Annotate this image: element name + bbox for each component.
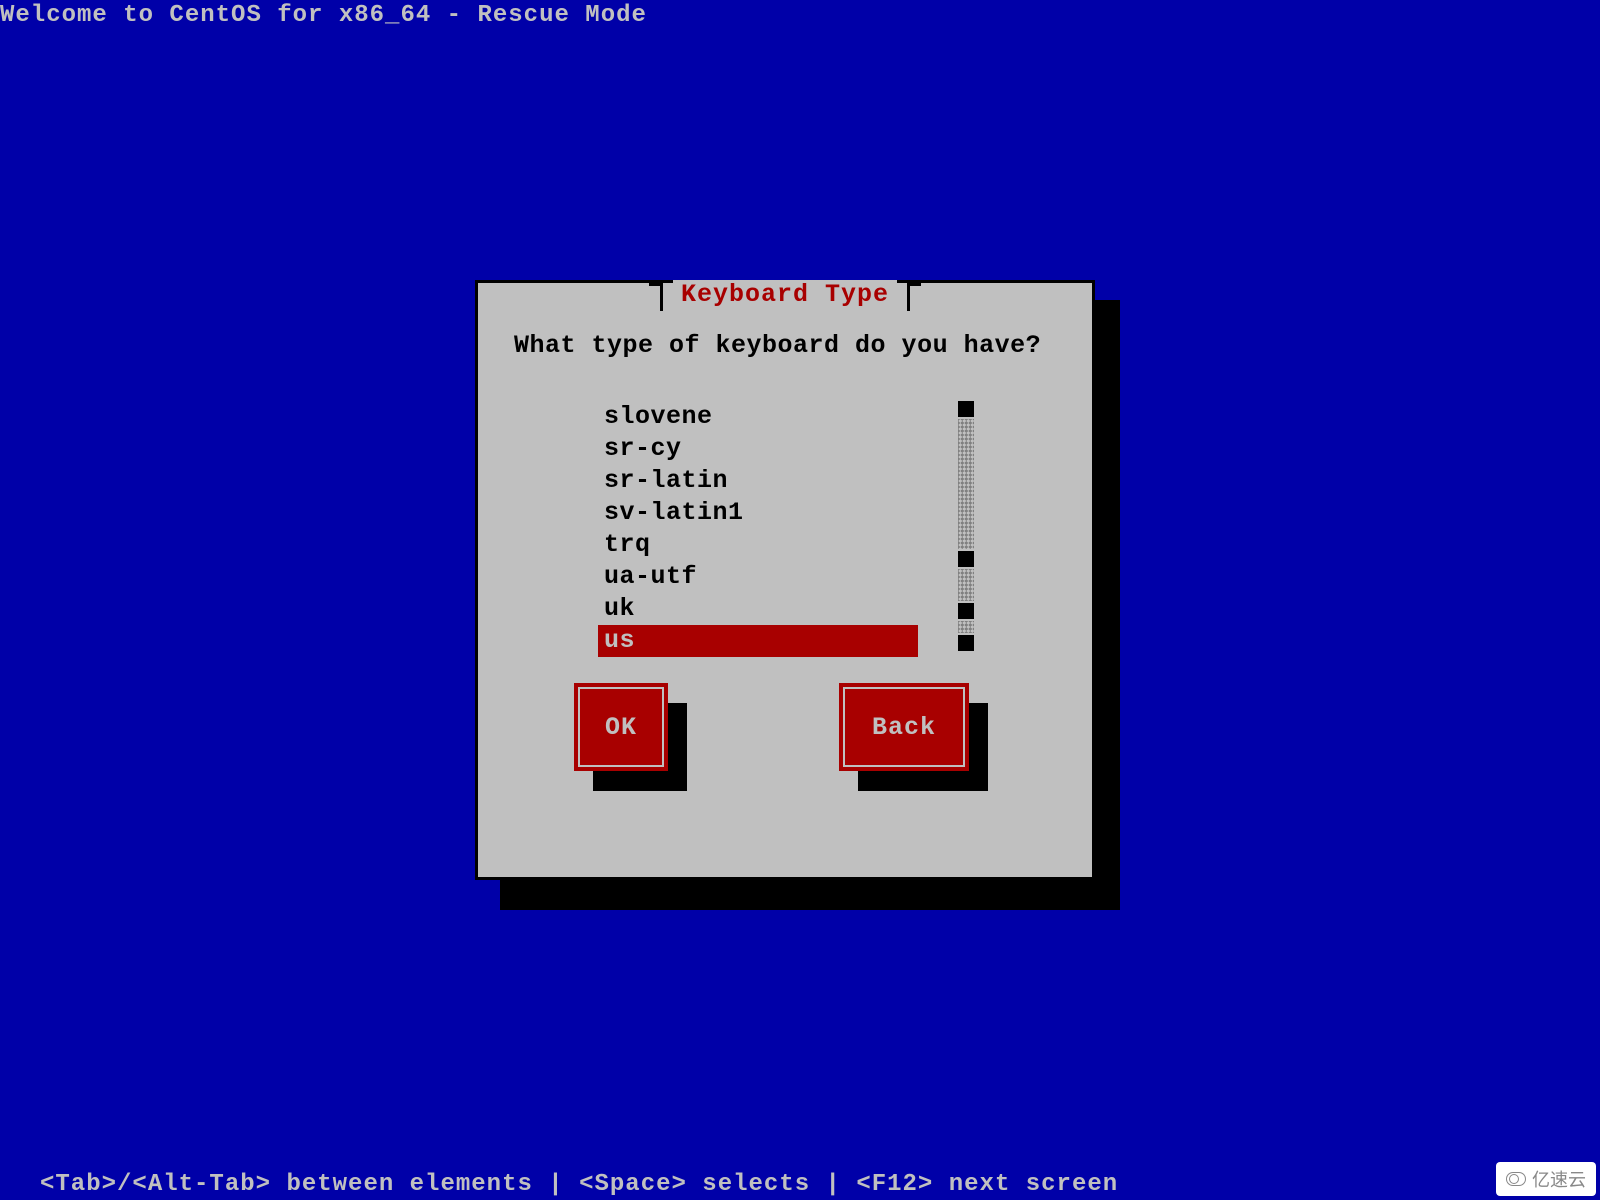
scroll-track[interactable] <box>958 419 974 549</box>
scroll-track[interactable] <box>958 569 974 601</box>
dialog-title: Keyboard Type <box>673 280 897 309</box>
ok-button[interactable]: OK <box>574 683 668 771</box>
back-button-label: Back <box>872 713 936 742</box>
list-item[interactable]: sr-cy <box>598 433 998 465</box>
scroll-track[interactable] <box>958 621 974 633</box>
title-bracket-right <box>907 283 921 311</box>
list-item[interactable]: ua-utf <box>598 561 998 593</box>
list-item-selected[interactable]: us <box>598 625 918 657</box>
list-item[interactable]: sr-latin <box>598 465 998 497</box>
scroll-thumb[interactable] <box>958 603 974 619</box>
watermark-text: 亿速云 <box>1532 1166 1586 1192</box>
list-item[interactable]: slovene <box>598 401 998 433</box>
list-item[interactable]: trq <box>598 529 998 561</box>
footer-help-text: <Tab>/<Alt-Tab> between elements | <Spac… <box>40 1171 1118 1198</box>
watermark: 亿速云 <box>1496 1162 1596 1196</box>
scroll-down-icon[interactable] <box>958 635 974 651</box>
keyboard-listbox[interactable]: slovene sr-cy sr-latin sv-latin1 trq ua-… <box>598 401 998 657</box>
back-button[interactable]: Back <box>839 683 969 771</box>
ok-button-label: OK <box>605 713 637 742</box>
screen-title: Welcome to CentOS for x86_64 - Rescue Mo… <box>0 2 647 29</box>
list-item[interactable]: uk <box>598 593 998 625</box>
listbox-scrollbar[interactable] <box>958 401 974 651</box>
dialog-title-bar: Keyboard Type <box>478 280 1092 311</box>
scroll-up-icon[interactable] <box>958 401 974 417</box>
scroll-thumb[interactable] <box>958 551 974 567</box>
list-item[interactable]: sv-latin1 <box>598 497 998 529</box>
keyboard-type-dialog: Keyboard Type What type of keyboard do y… <box>475 280 1095 880</box>
title-bracket-left <box>649 283 663 311</box>
dialog-prompt: What type of keyboard do you have? <box>514 331 1041 360</box>
watermark-icon <box>1506 1172 1526 1186</box>
